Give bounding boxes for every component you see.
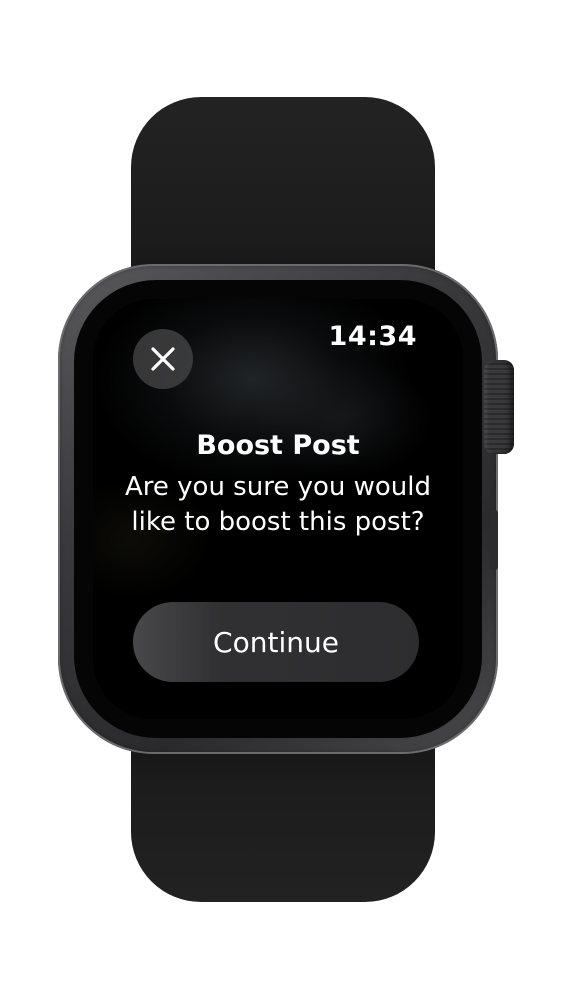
watch-device: 14:34 Boost Post Are you sure you would … (0, 0, 570, 1000)
side-button[interactable] (490, 510, 498, 570)
close-button[interactable] (133, 329, 193, 389)
close-icon (151, 347, 175, 371)
continue-button[interactable]: Continue (133, 602, 419, 682)
status-time: 14:34 (328, 321, 417, 352)
watch-screen: 14:34 Boost Post Are you sure you would … (93, 299, 463, 719)
digital-crown[interactable] (484, 360, 514, 454)
dialog-title: Boost Post (196, 430, 360, 461)
dialog-message: Are you sure you would like to boost thi… (124, 472, 432, 537)
